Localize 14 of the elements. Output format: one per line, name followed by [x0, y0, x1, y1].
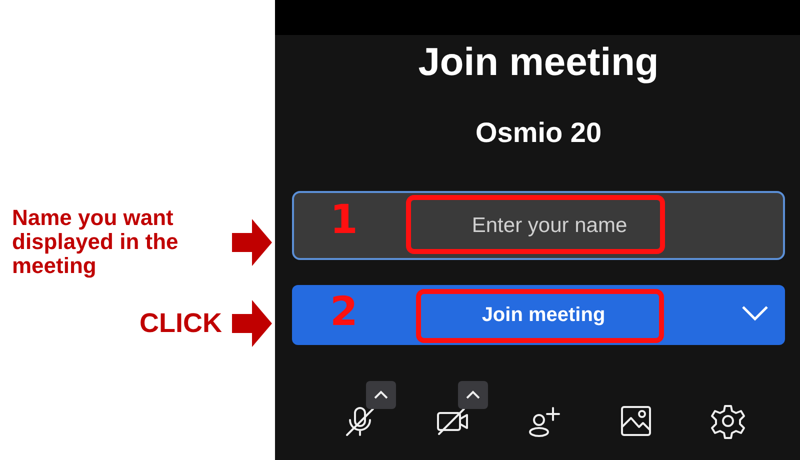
step-number: 1 [330, 197, 358, 243]
meeting-name: Osmio 20 [475, 117, 602, 149]
arrow-icon [232, 218, 272, 266]
chevron-up-icon [464, 390, 480, 400]
chevron-down-icon[interactable] [741, 305, 769, 321]
menu-toggle-button[interactable] [366, 381, 396, 409]
step-number: 2 [330, 289, 358, 335]
arrow-icon [232, 300, 272, 346]
callout-text: CLICK [140, 311, 222, 335]
callout-text: Name you want displayed in the meeting [12, 206, 180, 278]
settings-icon[interactable] [710, 403, 746, 439]
dialog-title: Join meeting [418, 41, 659, 85]
chevron-up-icon [372, 390, 388, 400]
menu-toggle-button[interactable] [458, 381, 488, 409]
